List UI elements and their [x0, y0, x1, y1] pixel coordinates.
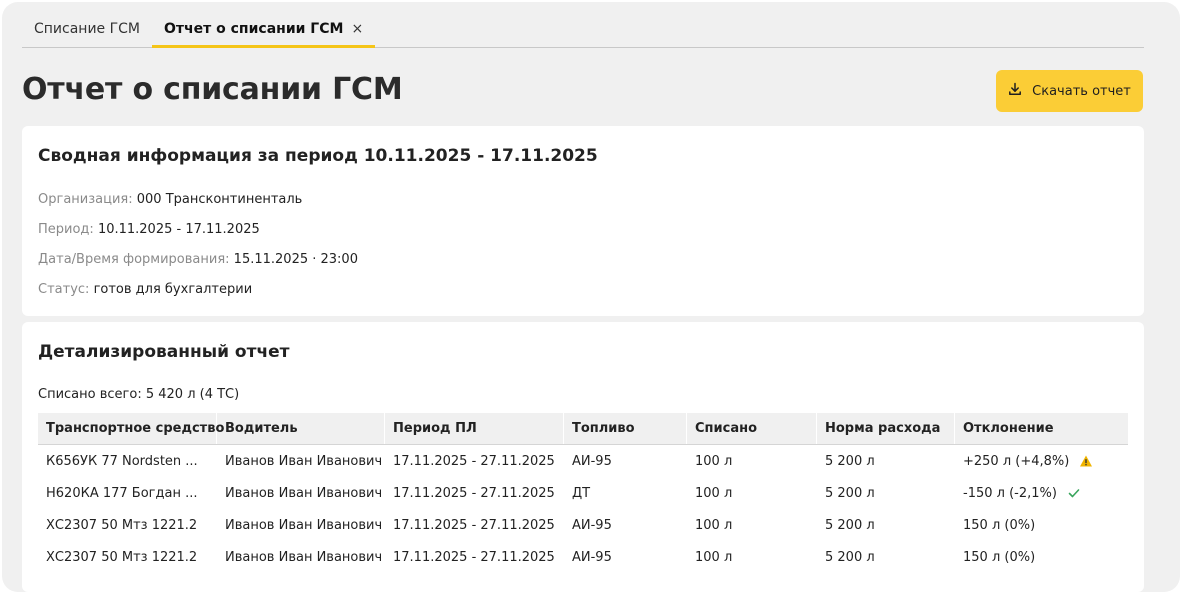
info-row-period: Период: 10.11.2025 - 17.11.2025	[38, 222, 260, 237]
tab-fuel-writeoff[interactable]: Списание ГСМ	[22, 10, 152, 47]
table-row[interactable]: Н620КА 177 Богдан ... Иванов Иван Иванов…	[38, 477, 1128, 509]
check-icon	[1067, 486, 1081, 500]
column-header-fuel[interactable]: Топливо	[564, 413, 687, 444]
tab-label: Отчет о списании ГСМ	[164, 20, 344, 37]
column-header-deviation[interactable]: Отклонение	[955, 413, 1128, 444]
info-value: 10.11.2025 - 17.11.2025	[97, 222, 260, 237]
cell-fuel: АИ-95	[572, 549, 612, 565]
cell-period: 17.11.2025 - 27.11.2025	[393, 453, 555, 469]
cell-vehicle: Н620КА 177 Богдан ...	[46, 485, 198, 501]
cell-fuel: АИ-95	[572, 453, 612, 469]
tab-label: Списание ГСМ	[34, 20, 141, 37]
cell-norm: 5 200 л	[825, 517, 875, 533]
cell-driver: Иванов Иван Иванович	[225, 517, 383, 533]
tab-bar: Списание ГСМ Отчет о списании ГСМ ×	[22, 10, 1144, 48]
column-header-written-off[interactable]: Списано	[687, 413, 817, 444]
deviation-value: 150 л (0%)	[963, 549, 1036, 565]
cell-norm: 5 200 л	[825, 549, 875, 565]
info-value: готов для бухгалтерии	[93, 282, 253, 297]
cell-written-off: 100 л	[695, 485, 733, 501]
warning-icon	[1079, 454, 1093, 468]
info-row-status: Статус: готов для бухгалтерии	[38, 282, 252, 297]
cell-vehicle: ХС2307 50 Мтз 1221.2	[46, 517, 198, 533]
cell-driver: Иванов Иван Иванович	[225, 549, 383, 565]
cell-deviation: 150 л (0%)	[955, 541, 1128, 573]
cell-norm: 5 200 л	[825, 485, 875, 501]
total-value: 5 420 л (4 ТС)	[145, 387, 240, 402]
column-header-period[interactable]: Период ПЛ	[385, 413, 564, 444]
info-row-generated-at: Дата/Время формирования: 15.11.2025 · 23…	[38, 252, 358, 267]
cell-norm: 5 200 л	[825, 453, 875, 469]
deviation-value: +250 л (+4,8%)	[963, 453, 1070, 469]
download-icon	[1008, 82, 1022, 100]
close-icon[interactable]: ×	[351, 21, 363, 37]
info-row-organization: Организация: 000 Трансконтиненталь	[38, 192, 302, 207]
tab-fuel-writeoff-report[interactable]: Отчет о списании ГСМ ×	[152, 10, 376, 48]
summary-card: Сводная информация за период 10.11.2025 …	[22, 126, 1144, 316]
column-header-driver[interactable]: Водитель	[217, 413, 385, 444]
app-window: Списание ГСМ Отчет о списании ГСМ × Отче…	[2, 2, 1180, 592]
summary-title: Сводная информация за период 10.11.2025 …	[38, 146, 598, 166]
cell-vehicle: К656УК 77 Nordsten ...	[46, 453, 198, 469]
info-label: Статус:	[38, 282, 90, 297]
cell-written-off: 100 л	[695, 517, 733, 533]
table-row[interactable]: ХС2307 50 Мтз 1221.2 Иванов Иван Иванови…	[38, 509, 1128, 541]
cell-vehicle: ХС2307 50 Мтз 1221.2	[46, 549, 198, 565]
info-label: Организация:	[38, 192, 133, 207]
column-header-vehicle[interactable]: Транспортное средство	[38, 413, 224, 444]
deviation-value: -150 л (-2,1%)	[963, 485, 1057, 501]
total-written-off: Списано всего: 5 420 л (4 ТС)	[38, 387, 239, 402]
column-header-norm[interactable]: Норма расхода	[817, 413, 955, 444]
info-value: 15.11.2025 · 23:00	[233, 252, 358, 267]
cell-fuel: АИ-95	[572, 517, 612, 533]
download-report-label: Скачать отчет	[1032, 83, 1131, 99]
total-label: Списано всего:	[38, 387, 142, 402]
cell-deviation: -150 л (-2,1%)	[955, 477, 1128, 509]
deviation-value: 150 л (0%)	[963, 517, 1036, 533]
table-row[interactable]: ХС2307 50 Мтз 1221.2 Иванов Иван Иванови…	[38, 541, 1128, 573]
cell-period: 17.11.2025 - 27.11.2025	[393, 485, 555, 501]
cell-deviation: 150 л (0%)	[955, 509, 1128, 541]
table-header: Транспортное средство Водитель Период ПЛ…	[38, 413, 1128, 445]
table-row[interactable]: К656УК 77 Nordsten ... Иванов Иван Ивано…	[38, 445, 1128, 477]
report-table: Транспортное средство Водитель Период ПЛ…	[38, 413, 1128, 573]
cell-period: 17.11.2025 - 27.11.2025	[393, 517, 555, 533]
cell-driver: Иванов Иван Иванович	[225, 453, 383, 469]
page-title: Отчет о списании ГСМ	[22, 72, 403, 107]
info-value: 000 Трансконтиненталь	[136, 192, 303, 207]
cell-period: 17.11.2025 - 27.11.2025	[393, 549, 555, 565]
info-label: Период:	[38, 222, 94, 237]
cell-written-off: 100 л	[695, 549, 733, 565]
cell-driver: Иванов Иван Иванович	[225, 485, 383, 501]
cell-written-off: 100 л	[695, 453, 733, 469]
details-title: Детализированный отчет	[38, 342, 290, 362]
cell-fuel: ДТ	[572, 485, 591, 501]
details-card: Детализированный отчет Списано всего: 5 …	[22, 322, 1144, 592]
info-label: Дата/Время формирования:	[38, 252, 230, 267]
cell-deviation: +250 л (+4,8%)	[955, 445, 1128, 477]
download-report-button[interactable]: Скачать отчет	[996, 70, 1143, 112]
